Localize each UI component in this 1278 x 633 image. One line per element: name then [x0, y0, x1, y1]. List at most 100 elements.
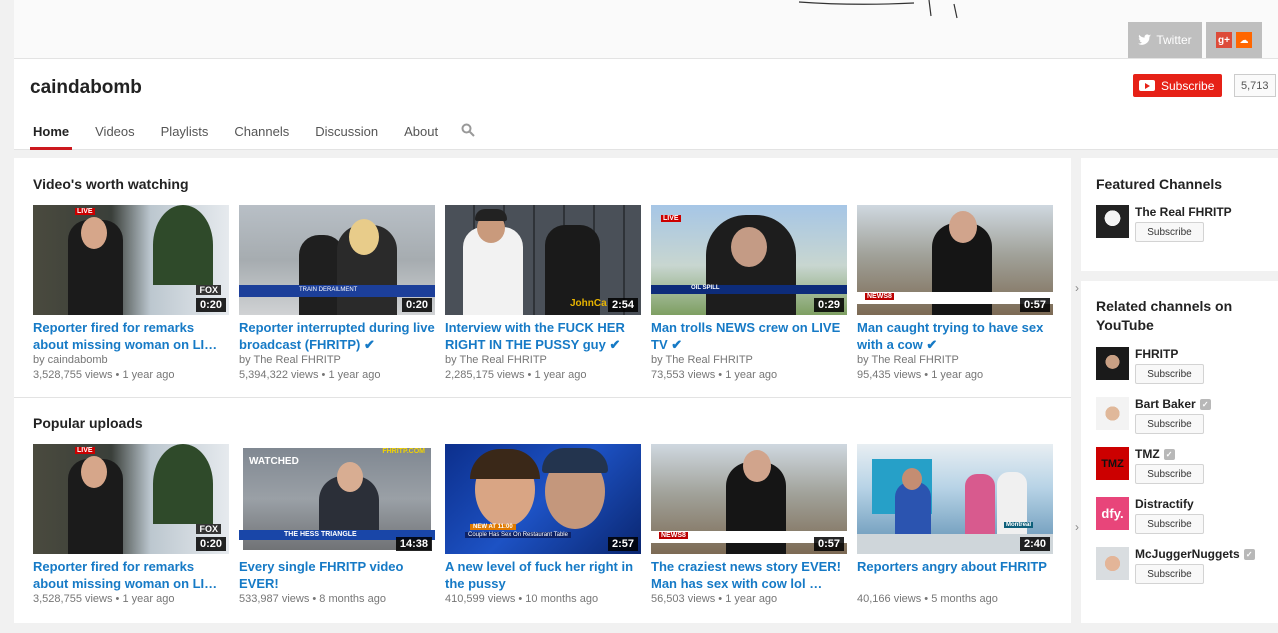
video-title[interactable]: Reporter interrupted during live broadca…	[239, 319, 435, 353]
channel-item: Bart Baker ✓ Subscribe	[1096, 397, 1211, 434]
video-thumbnail[interactable]: TRAIN DERAILMENT 0:20	[239, 205, 435, 315]
subscribe-button[interactable]: Subscribe	[1133, 74, 1223, 97]
avatar[interactable]	[1096, 205, 1129, 238]
channel-item-name[interactable]: Distractify	[1135, 497, 1204, 511]
twitter-link[interactable]: Twitter	[1128, 22, 1202, 58]
video-age: 1 year ago	[122, 593, 175, 605]
video-title[interactable]: Reporters angry about FHRITP	[857, 558, 1053, 592]
video-stats: 410,599 views • 10 months ago	[445, 593, 599, 605]
tab-channels[interactable]: Channels	[231, 119, 292, 150]
news-logo: NEWS8	[865, 293, 894, 300]
channel-item-name[interactable]: Bart Baker ✓	[1135, 397, 1211, 411]
channel-name-text: FHRITP	[1135, 347, 1179, 361]
lower-third-text: THE HESS TRIANGLE	[284, 531, 357, 538]
subscribe-button[interactable]: Subscribe	[1135, 364, 1204, 384]
video-duration: 2:54	[607, 298, 638, 312]
video-duration: 0:29	[813, 298, 844, 312]
shelf-popular-uploads: Popular uploads LIVE FOX 0:20 Reporter f…	[33, 415, 1079, 605]
video-card[interactable]: NEWS8 0:57 Man caught trying to have sex…	[857, 205, 1053, 383]
subscribe-button[interactable]: Subscribe	[1135, 464, 1204, 484]
channel-item-name[interactable]: TMZ ✓	[1135, 447, 1204, 461]
video-title[interactable]: Every single FHRITP video EVER!	[239, 558, 435, 592]
video-title[interactable]: Reporter fired for remarks about missing…	[33, 319, 229, 353]
video-views: 73,553 views	[651, 369, 716, 381]
shelf-title[interactable]: Video's worth watching	[33, 176, 1063, 192]
verified-icon: ✓	[1163, 448, 1175, 460]
video-views: 410,599 views	[445, 593, 516, 605]
soundcloud-icon[interactable]: ☁	[1236, 32, 1252, 48]
channel-item-name[interactable]: McJuggerNuggets ✓	[1135, 547, 1255, 561]
video-views: 3,528,755 views	[33, 369, 113, 381]
video-thumbnail[interactable]: LIVE FOX 0:20	[33, 444, 229, 554]
video-duration: 14:38	[395, 537, 432, 551]
avatar[interactable]: TMZ	[1096, 447, 1129, 480]
video-title[interactable]: The craziest news story EVER! Man has se…	[651, 558, 847, 592]
google-plus-icon[interactable]: g+	[1216, 32, 1232, 48]
video-stats: 56,503 views • 1 year ago	[651, 593, 778, 605]
live-badge: LIVE	[75, 208, 95, 215]
video-duration: 0:20	[195, 298, 226, 312]
shelf-videos-worth-watching: Video's worth watching LIVE FOX 0:20 Rep…	[33, 176, 1079, 381]
channel-item: FHRITP Subscribe	[1096, 347, 1204, 384]
tab-videos[interactable]: Videos	[92, 119, 138, 150]
channel-name-text: McJuggerNuggets	[1135, 547, 1240, 561]
featured-channels-title: Featured Channels	[1096, 176, 1223, 192]
video-thumbnail[interactable]: NEWS8 0:57	[857, 205, 1053, 315]
video-card[interactable]: NEWS8 0:57 The craziest news story EVER!…	[651, 444, 847, 607]
video-thumbnail[interactable]: NEWS8 0:57	[651, 444, 847, 554]
video-title[interactable]: Interview with the FUCK HER RIGHT IN THE…	[445, 319, 641, 353]
video-age: 1 year ago	[328, 369, 381, 381]
subscribe-button[interactable]: Subscribe	[1135, 414, 1204, 434]
video-uploader[interactable]: by The Real FHRITP	[239, 353, 435, 368]
channel-item-name[interactable]: FHRITP	[1135, 347, 1204, 361]
avatar[interactable]	[1096, 347, 1129, 380]
video-thumbnail[interactable]: LIVE FOX 0:20	[33, 205, 229, 315]
subscribe-button[interactable]: Subscribe	[1135, 222, 1204, 242]
video-title[interactable]: Reporter fired for remarks about missing…	[33, 558, 229, 592]
avatar[interactable]	[1096, 547, 1129, 580]
video-card[interactable]: JohnCa 2:54 Interview with the FUCK HER …	[445, 205, 641, 383]
channel-item-name[interactable]: The Real FHRITP	[1135, 205, 1232, 219]
video-card[interactable]: TRAIN DERAILMENT 0:20 Reporter interrupt…	[239, 205, 435, 383]
video-thumbnail[interactable]: JohnCa 2:54	[445, 205, 641, 315]
avatar[interactable]: dfy.	[1096, 497, 1129, 530]
video-thumbnail[interactable]: NEW AT 11:00 Couple Has Sex On Restauran…	[445, 444, 641, 554]
video-uploader[interactable]: by The Real FHRITP	[445, 353, 641, 368]
shelf-next-arrow[interactable]: ›	[1075, 281, 1079, 295]
video-card[interactable]: LIVE OIL SPILL 0:29 Man trolls NEWS crew…	[651, 205, 847, 383]
video-title[interactable]: Man trolls NEWS crew on LIVE TV ✔	[651, 319, 847, 353]
video-uploader[interactable]: by caindabomb	[33, 353, 229, 368]
video-stats: 533,987 views • 8 months ago	[239, 593, 386, 605]
subscribe-button[interactable]: Subscribe	[1135, 514, 1204, 534]
shelf-title[interactable]: Popular uploads	[33, 415, 1063, 431]
video-title[interactable]: Man caught trying to have sex with a cow…	[857, 319, 1053, 353]
tab-discussion[interactable]: Discussion	[312, 119, 381, 150]
channel-item: TMZ TMZ ✓ Subscribe	[1096, 447, 1204, 484]
video-views: 3,528,755 views	[33, 593, 113, 605]
video-thumbnail[interactable]: Montreal 2:40	[857, 444, 1053, 554]
related-channels-panel: Related channels on YouTube FHRITP Subsc…	[1081, 281, 1278, 623]
video-card[interactable]: LIVE FOX 0:20 Reporter fired for remarks…	[33, 205, 229, 383]
lower-third-text: NEW AT 11:00	[470, 524, 516, 530]
video-card[interactable]: Montreal 2:40 Reporters angry about FHRI…	[857, 444, 1053, 607]
video-uploader[interactable]: by The Real FHRITP	[857, 353, 1053, 368]
video-card[interactable]: WATCHED FHRITP.COM THE HESS TRIANGLE 14:…	[239, 444, 435, 607]
shelf-next-arrow[interactable]: ›	[1075, 520, 1079, 534]
tab-playlists[interactable]: Playlists	[158, 119, 212, 150]
video-thumbnail[interactable]: WATCHED FHRITP.COM THE HESS TRIANGLE 14:…	[239, 444, 435, 554]
main-content: Video's worth watching LIVE FOX 0:20 Rep…	[14, 158, 1079, 623]
subscribe-button[interactable]: Subscribe	[1135, 564, 1204, 584]
search-icon[interactable]	[461, 123, 475, 137]
tab-about[interactable]: About	[401, 119, 441, 150]
video-stats: 95,435 views • 1 year ago	[857, 369, 984, 381]
lower-third-text: TRAIN DERAILMENT	[299, 287, 358, 293]
tab-home[interactable]: Home	[30, 119, 73, 150]
video-stats: 40,166 views • 5 months ago	[857, 593, 998, 605]
video-uploader[interactable]: by The Real FHRITP	[651, 353, 847, 368]
video-card[interactable]: NEW AT 11:00 Couple Has Sex On Restauran…	[445, 444, 641, 607]
video-card[interactable]: LIVE FOX 0:20 Reporter fired for remarks…	[33, 444, 229, 607]
watermark-text: JohnCa	[570, 298, 607, 309]
video-thumbnail[interactable]: LIVE OIL SPILL 0:29	[651, 205, 847, 315]
video-title[interactable]: A new level of fuck her right in the pus…	[445, 558, 641, 592]
avatar[interactable]	[1096, 397, 1129, 430]
